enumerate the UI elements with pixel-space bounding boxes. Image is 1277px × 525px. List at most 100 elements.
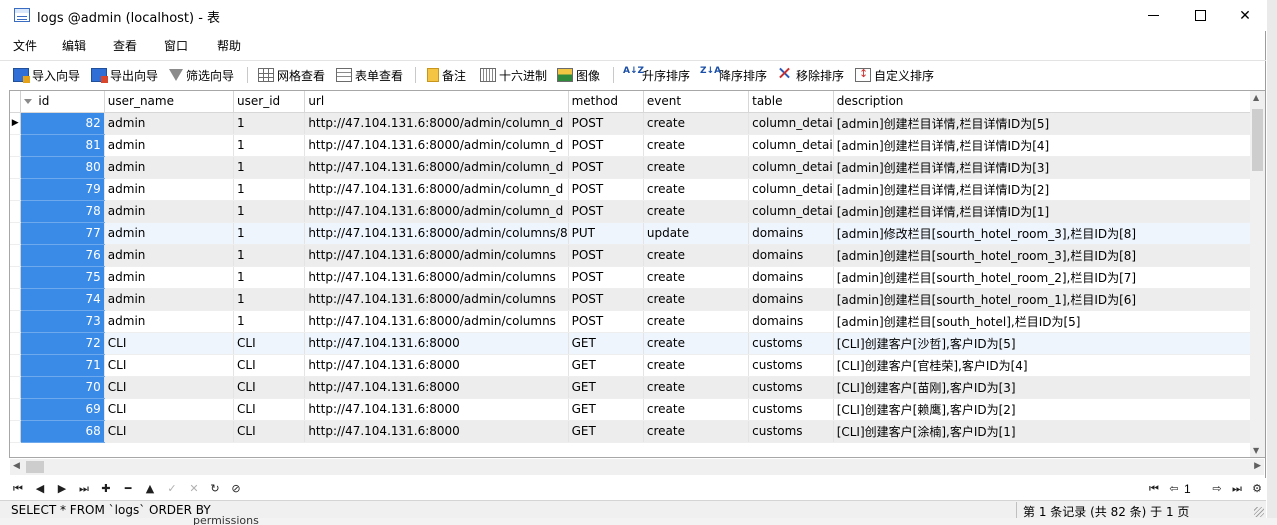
scroll-right-icon[interactable]: ▶	[1254, 461, 1261, 471]
cell-event[interactable]: create	[643, 244, 750, 267]
cell-table[interactable]: domains	[748, 310, 834, 333]
cell-id[interactable]: 68	[20, 420, 105, 443]
table-row[interactable]: 75 admin 1 http://47.104.131.6:8000/admin/c…	[10, 266, 1264, 289]
cell-user-id[interactable]: CLI	[233, 354, 306, 377]
table-row[interactable]: 72 CLI CLI http://47.104.131.6:8000 GET creat…	[10, 332, 1264, 355]
table-row[interactable]: 69 CLI CLI http://47.104.131.6:8000 GET creat…	[10, 398, 1264, 421]
maximize-button[interactable]	[1177, 0, 1223, 31]
cell-description[interactable]: [admin]创建栏目[sourth_hotel_room_2],栏目ID为[7…	[833, 266, 1264, 289]
stop-icon[interactable]: ⊘	[228, 481, 244, 497]
column-header-id[interactable]: id	[20, 91, 105, 113]
cell-url[interactable]: http://47.104.131.6:8000	[304, 376, 569, 399]
cell-event[interactable]: create	[643, 332, 750, 355]
table-row[interactable]: 80 admin 1 http://47.104.131.6:8000/admin/c…	[10, 156, 1264, 179]
cell-event[interactable]: create	[643, 200, 750, 223]
cell-url[interactable]: http://47.104.131.6:8000/admin/column_d	[304, 112, 569, 135]
import-wizard-button[interactable]: 导入向导	[13, 66, 80, 84]
cell-user-name[interactable]: admin	[104, 222, 235, 245]
cell-user-id[interactable]: 1	[233, 134, 306, 157]
vertical-scrollbar[interactable]: ▲ ▼	[1250, 91, 1265, 457]
cell-table[interactable]: domains	[748, 244, 834, 267]
cell-user-name[interactable]: CLI	[104, 332, 235, 355]
row-indicator[interactable]	[10, 134, 22, 157]
cell-event[interactable]: create	[643, 310, 750, 333]
cell-description[interactable]: [admin]创建栏目详情,栏目详情ID为[4]	[833, 134, 1264, 157]
cell-user-id[interactable]: 1	[233, 310, 306, 333]
resize-grip-icon[interactable]	[1254, 507, 1264, 517]
cell-method[interactable]: POST	[568, 178, 644, 201]
cell-method[interactable]: POST	[568, 134, 644, 157]
delete-record-icon[interactable]: ━	[120, 481, 136, 497]
cell-id[interactable]: 75	[20, 266, 105, 289]
row-indicator[interactable]	[10, 200, 22, 223]
row-indicator[interactable]	[10, 222, 22, 245]
cell-description[interactable]: [admin]创建栏目详情,栏目详情ID为[3]	[833, 156, 1264, 179]
cell-url[interactable]: http://47.104.131.6:8000/admin/columns	[304, 266, 569, 289]
previous-record-icon[interactable]: ◀	[32, 481, 48, 497]
cell-event[interactable]: create	[643, 376, 750, 399]
column-header-url[interactable]: url	[304, 91, 569, 113]
cell-id[interactable]: 78	[20, 200, 105, 223]
horizontal-scroll-thumb[interactable]	[26, 461, 44, 473]
column-header-table[interactable]: table	[748, 91, 834, 113]
cell-method[interactable]: POST	[568, 112, 644, 135]
cell-user-name[interactable]: admin	[104, 156, 235, 179]
row-indicator[interactable]	[10, 156, 22, 179]
cell-url[interactable]: http://47.104.131.6:8000/admin/column_d	[304, 134, 569, 157]
cell-table[interactable]: domains	[748, 266, 834, 289]
cell-table[interactable]: customs	[748, 398, 834, 421]
row-indicator[interactable]	[10, 376, 22, 399]
cell-user-name[interactable]: admin	[104, 244, 235, 267]
cell-url[interactable]: http://47.104.131.6:8000	[304, 332, 569, 355]
cell-id[interactable]: 81	[20, 134, 105, 157]
cell-user-name[interactable]: admin	[104, 178, 235, 201]
cell-description[interactable]: [admin]修改栏目[sourth_hotel_room_3],栏目ID为[8…	[833, 222, 1264, 245]
column-header-event[interactable]: event	[643, 91, 750, 113]
cell-user-id[interactable]: 1	[233, 178, 306, 201]
cell-method[interactable]: GET	[568, 376, 644, 399]
cell-user-id[interactable]: CLI	[233, 398, 306, 421]
menu-help[interactable]: 帮助	[217, 37, 241, 54]
row-indicator[interactable]	[10, 244, 22, 267]
cell-method[interactable]: POST	[568, 266, 644, 289]
cell-url[interactable]: http://47.104.131.6:8000/admin/column_d	[304, 178, 569, 201]
next-page-icon[interactable]: ⇨	[1209, 481, 1225, 497]
cell-user-id[interactable]: 1	[233, 266, 306, 289]
cell-event[interactable]: update	[643, 222, 750, 245]
cell-id[interactable]: 72	[20, 332, 105, 355]
cell-event[interactable]: create	[643, 420, 750, 443]
cell-user-name[interactable]: CLI	[104, 376, 235, 399]
filter-wizard-button[interactable]: 筛选向导	[169, 66, 234, 84]
row-indicator[interactable]: ▶	[10, 112, 22, 135]
cell-user-name[interactable]: CLI	[104, 420, 235, 443]
image-button[interactable]: 图像	[557, 66, 600, 84]
cell-url[interactable]: http://47.104.131.6:8000/admin/columns	[304, 288, 569, 311]
cell-user-id[interactable]: 1	[233, 244, 306, 267]
cell-url[interactable]: http://47.104.131.6:8000	[304, 398, 569, 421]
horizontal-scrollbar[interactable]: ◀ ▶	[10, 459, 1264, 475]
cell-id[interactable]: 71	[20, 354, 105, 377]
previous-page-icon[interactable]: ⇦	[1166, 481, 1182, 497]
cell-url[interactable]: http://47.104.131.6:8000/admin/columns	[304, 244, 569, 267]
scroll-up-icon[interactable]: ▲	[1253, 93, 1259, 102]
scroll-down-icon[interactable]: ▼	[1253, 446, 1259, 455]
discard-changes-icon[interactable]: ✕	[186, 481, 202, 497]
column-header-user-name[interactable]: user_name	[104, 91, 235, 113]
sort-descending-button[interactable]: Z↓A 降序排序	[700, 66, 767, 84]
memo-button[interactable]: 备注	[427, 66, 466, 84]
cell-description[interactable]: [admin]创建栏目[sourth_hotel_room_1],栏目ID为[6…	[833, 288, 1264, 311]
cell-user-name[interactable]: admin	[104, 200, 235, 223]
row-indicator[interactable]	[10, 310, 22, 333]
cell-user-name[interactable]: admin	[104, 112, 235, 135]
cell-description[interactable]: [CLI]创建客户[涂楠],客户ID为[1]	[833, 420, 1264, 443]
cell-event[interactable]: create	[643, 178, 750, 201]
last-page-icon[interactable]: ⏭	[1229, 481, 1245, 497]
row-indicator[interactable]	[10, 398, 22, 421]
hex-button[interactable]: 十六进制	[480, 66, 547, 84]
cell-event[interactable]: create	[643, 266, 750, 289]
cell-user-name[interactable]: CLI	[104, 398, 235, 421]
table-row[interactable]: 77 admin 1 http://47.104.131.6:8000/admin/c…	[10, 222, 1264, 245]
cell-user-id[interactable]: 1	[233, 222, 306, 245]
table-row[interactable]: 73 admin 1 http://47.104.131.6:8000/admin/c…	[10, 310, 1264, 333]
minimize-button[interactable]	[1130, 0, 1176, 31]
